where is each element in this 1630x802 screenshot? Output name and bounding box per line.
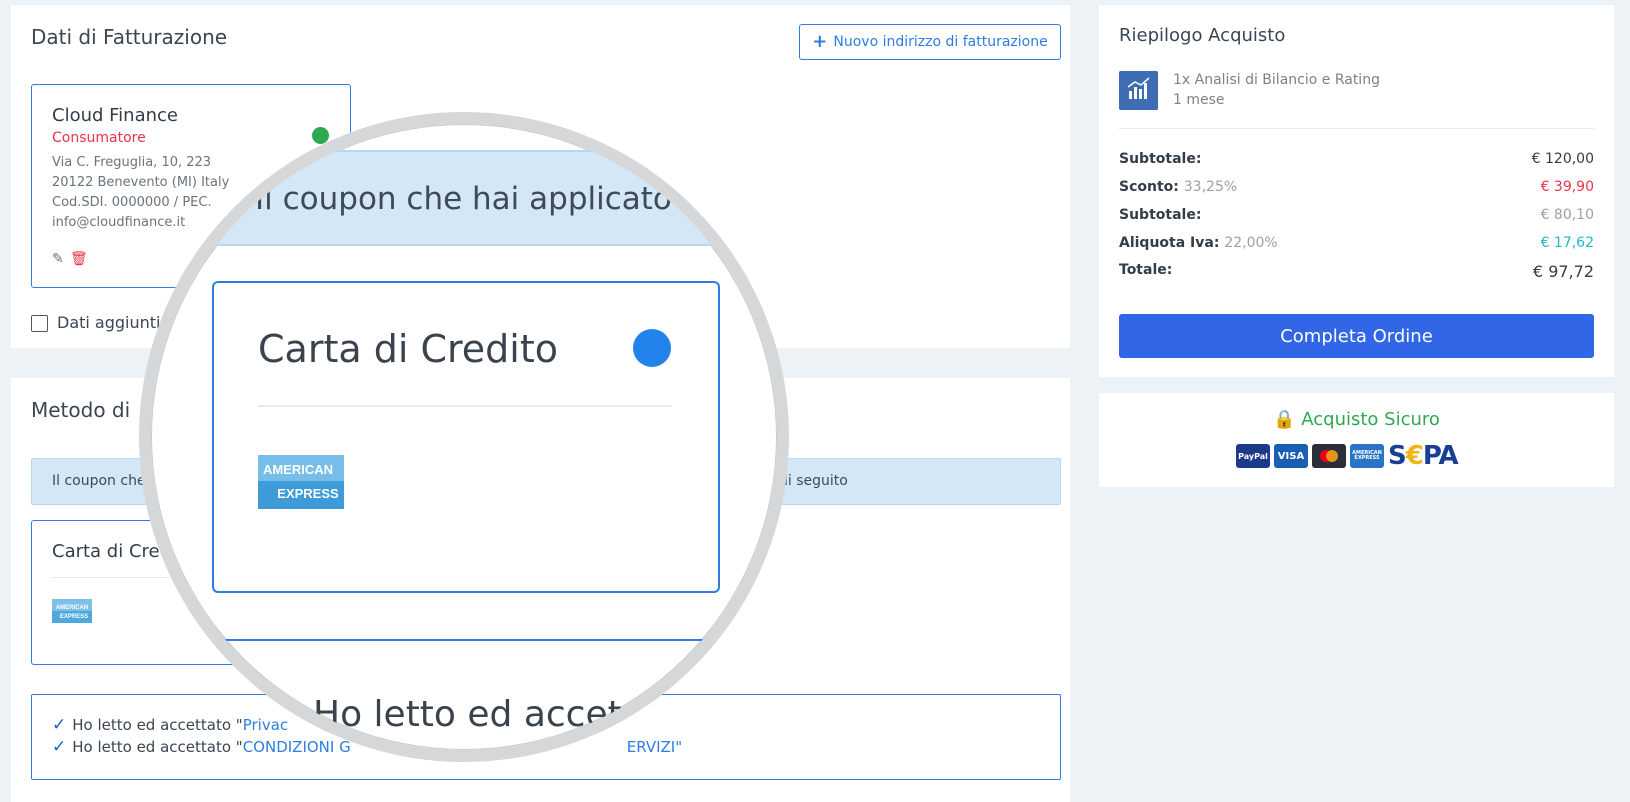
visa-logo-icon: VISA xyxy=(1274,444,1308,468)
magnified-amex-bottom-text: EXPRESS xyxy=(277,486,339,501)
payment-logos: PayPal VISA AMERICAN EXPRESS S€PA xyxy=(1236,441,1459,471)
credit-card-title: Carta di Cre xyxy=(52,541,160,562)
edit-icon[interactable]: ✎ xyxy=(52,251,64,267)
sepa-pa: PA xyxy=(1422,441,1459,471)
plus-icon: + xyxy=(812,31,828,52)
conditions-link-end[interactable]: ERVIZI" xyxy=(627,738,682,756)
row-label: Aliquota Iva: xyxy=(1119,235,1220,251)
magnified-coupon-text: Il coupon che hai applicato d xyxy=(255,181,702,217)
term-prefix: Ho letto ed accettato " xyxy=(72,716,243,734)
product-name: 1x Analisi di Bilancio e Rating xyxy=(1173,72,1380,88)
privacy-link[interactable]: Privac xyxy=(243,716,288,734)
amex-logo-icon: AMERICAN EXPRESS xyxy=(1350,444,1384,468)
row-label: Totale: xyxy=(1119,262,1173,278)
summary-row-subtotal: Subtotale: € 120,00 xyxy=(1119,151,1594,167)
product-chart-icon xyxy=(1119,71,1158,110)
row-value: € 17,62 xyxy=(1540,235,1594,251)
address-line: info@cloudfinance.it xyxy=(52,215,186,230)
summary-title: Riepilogo Acquisto xyxy=(1119,25,1286,46)
address-line: Cod.SDI. 0000000 / PEC. xyxy=(52,195,212,210)
magnified-coupon-alert: Il coupon che hai applicato d xyxy=(211,150,751,246)
magnified-card-border xyxy=(212,639,752,641)
lock-icon: 🔒 xyxy=(1273,409,1296,430)
summary-row-discount: Sconto: 33,25% € 39,90 xyxy=(1119,179,1594,195)
address-type: Consumatore xyxy=(52,130,146,146)
conditions-link[interactable]: CONDIZIONI G xyxy=(243,738,351,756)
secure-title: Acquisto Sicuro xyxy=(1301,409,1440,430)
row-label: Subtotale: xyxy=(1119,151,1202,167)
term-row-privacy[interactable]: ✓ Ho letto ed accettato " Privac xyxy=(52,715,288,735)
row-value: € 80,10 xyxy=(1540,207,1594,223)
divider xyxy=(258,405,672,407)
summary-row-vat: Aliquota Iva: 22,00% € 17,62 xyxy=(1119,235,1594,251)
address-name: Cloud Finance xyxy=(52,105,178,126)
new-billing-address-label: Nuovo indirizzo di fatturazione xyxy=(833,34,1048,50)
sepa-logo-icon: S€PA xyxy=(1388,441,1459,471)
billing-title: Dati di Fatturazione xyxy=(31,25,228,49)
address-line: 20122 Benevento (MI) Italy xyxy=(52,175,230,190)
row-value: € 97,72 xyxy=(1532,262,1594,281)
sepa-euro: € xyxy=(1405,441,1424,471)
magnified-card-title: Carta di Credito xyxy=(258,327,558,371)
check-icon: ✓ xyxy=(52,737,67,757)
extra-data-label: Dati aggiunti xyxy=(57,313,161,332)
magnified-credit-card-option: Carta di Credito AMERICAN EXPRESS xyxy=(212,281,720,593)
row-value: € 39,90 xyxy=(1540,179,1594,195)
trash-icon[interactable]: 🗑 xyxy=(70,251,88,267)
row-label: Sconto: xyxy=(1119,179,1179,195)
order-summary-panel: Riepilogo Acquisto 1x Analisi di Bilanci… xyxy=(1099,5,1614,377)
row-extra: 22,00% xyxy=(1224,235,1278,251)
address-line: Via C. Freguglia, 10, 223 xyxy=(52,155,212,170)
magnified-amex-logo-icon: AMERICAN EXPRESS xyxy=(258,455,344,509)
paypal-logo-icon: PayPal xyxy=(1236,444,1270,468)
magnified-radio-icon xyxy=(633,329,671,367)
coupon-text: Il coupon che xyxy=(52,473,146,489)
term-prefix: Ho letto ed accettato " xyxy=(72,738,243,756)
row-label: Subtotale: xyxy=(1119,207,1202,223)
summary-row-total: Totale: € 97,72 xyxy=(1119,262,1594,281)
magnified-amex-top-text: AMERICAN xyxy=(263,462,333,477)
new-billing-address-button[interactable]: + Nuovo indirizzo di fatturazione xyxy=(799,24,1061,60)
magnified-terms-text: Ho letto ed accet xyxy=(313,694,622,735)
check-icon: ✓ xyxy=(52,715,67,735)
amex-top-text: AMERICAN xyxy=(56,605,88,611)
secure-purchase-panel: 🔒 Acquisto Sicuro PayPal VISA AMERICAN E… xyxy=(1099,393,1614,487)
amex-bottom-text: EXPRESS xyxy=(60,614,88,620)
sepa-s: S xyxy=(1388,441,1407,471)
product-duration: 1 mese xyxy=(1173,92,1225,108)
magnifier-overlay: Il coupon che hai applicato d Carta di C… xyxy=(139,112,789,762)
divider xyxy=(1119,128,1594,129)
complete-order-button[interactable]: Completa Ordine xyxy=(1119,314,1594,358)
row-value: € 120,00 xyxy=(1531,151,1594,167)
coupon-text-end: di seguito xyxy=(779,473,848,489)
payment-title: Metodo di xyxy=(31,398,131,422)
summary-row-subtotal-2: Subtotale: € 80,10 xyxy=(1119,207,1594,223)
extra-data-checkbox[interactable] xyxy=(31,315,48,332)
row-extra: 33,25% xyxy=(1183,179,1238,195)
mastercard-logo-icon xyxy=(1312,444,1346,468)
secure-title-row: 🔒 Acquisto Sicuro xyxy=(1099,409,1614,430)
amex-logo-icon: AMERICAN EXPRESS xyxy=(52,599,92,623)
